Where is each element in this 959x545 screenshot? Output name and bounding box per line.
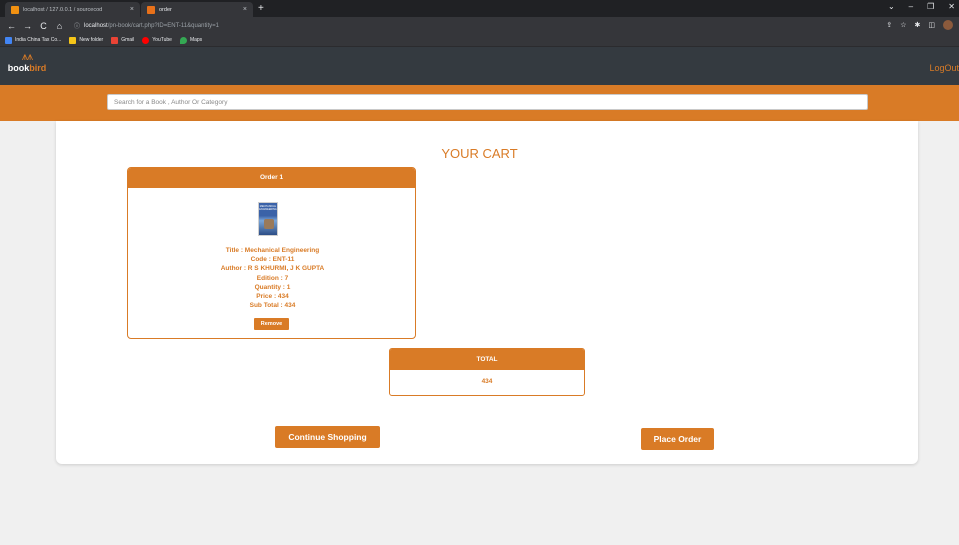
new-tab-button[interactable]: + — [258, 3, 264, 14]
site-info-icon[interactable]: ⓘ — [74, 21, 80, 30]
close-icon[interactable]: × — [243, 6, 247, 13]
site-logo[interactable]: ⩚⩚ bookbird — [7, 51, 47, 81]
total-box: TOTAL 434 — [389, 348, 585, 396]
order-header: Order 1 — [128, 168, 415, 188]
window-controls: ⌄ – ❐ ✕ — [888, 2, 955, 11]
bookmark-gmail[interactable]: Gmail — [111, 36, 134, 44]
tab-title: order — [159, 6, 172, 13]
site-header: ⩚⩚ bookbird LogOut — [0, 47, 959, 85]
remove-button[interactable]: Remove — [254, 318, 289, 330]
bookmarks-bar: India China Tax Co... New folder Gmail Y… — [0, 34, 959, 47]
total-header: TOTAL — [390, 349, 584, 370]
page-favicon-icon — [147, 5, 155, 14]
bookmark-youtube[interactable]: YouTube — [142, 36, 172, 44]
book-title: Title : Mechanical Engineering — [225, 247, 320, 254]
book-cover-image: MECHANICAL ENGINEERING — [258, 202, 278, 236]
book-price: Price : 434 — [256, 293, 289, 301]
profile-avatar[interactable] — [943, 20, 953, 30]
gmail-icon — [111, 36, 119, 44]
back-icon[interactable]: ← — [7, 21, 16, 31]
minimize-icon[interactable]: – — [909, 2, 913, 11]
bookmark-india-china-tax[interactable]: India China Tax Co... — [5, 36, 61, 44]
maps-icon — [179, 36, 187, 44]
page-title: YOUR CART — [441, 146, 518, 161]
search-input[interactable] — [107, 94, 868, 110]
book-edition: Edition : 7 — [256, 274, 289, 282]
order-details: Title : Mechanical Engineering Code : EN… — [128, 246, 415, 310]
logo-text: bookbird — [7, 63, 47, 73]
book-quantity: Quantity : 1 — [254, 283, 291, 291]
side-panel-icon[interactable]: ◫ — [928, 21, 935, 29]
address-host: localhost/pn-book/cart.php?ID=ENT-11&qua… — [84, 22, 219, 29]
home-icon[interactable]: ⌂ — [55, 21, 64, 31]
folder-icon — [69, 36, 77, 44]
forward-icon[interactable]: → — [23, 21, 32, 31]
share-icon[interactable]: ⇪ — [886, 21, 892, 29]
youtube-icon — [142, 36, 150, 44]
order-card: Order 1 MECHANICAL ENGINEERING Title : M… — [127, 167, 416, 339]
tab-order[interactable]: order × — [141, 2, 253, 17]
close-icon[interactable]: × — [130, 6, 134, 13]
book-author: Author : R S KHURMI, J K GUPTA — [220, 265, 325, 273]
bookmark-maps[interactable]: Maps — [179, 36, 202, 44]
book-subtotal: Sub Total : 434 — [249, 302, 296, 310]
logout-link[interactable]: LogOut — [929, 63, 959, 73]
toolbar-actions: ⇪ ☆ ✱ ◫ — [886, 20, 953, 30]
window-close-icon[interactable]: ✕ — [948, 2, 955, 11]
extensions-icon[interactable]: ✱ — [915, 21, 921, 29]
browser-tab-bar: localhost / 127.0.0.1 / sourcecod × orde… — [0, 0, 959, 17]
total-value: 434 — [481, 378, 493, 385]
bookmark-site-icon — [5, 36, 12, 44]
bookmark-star-icon[interactable]: ☆ — [900, 21, 906, 29]
place-order-button[interactable]: Place Order — [641, 428, 714, 450]
bird-logo-icon: ⩚⩚ — [21, 51, 33, 63]
tab-phpmyadmin[interactable]: localhost / 127.0.0.1 / sourcecod × — [5, 2, 140, 17]
search-bar — [0, 85, 959, 121]
book-code: Code : ENT-11 — [250, 256, 295, 264]
restore-icon[interactable]: ❐ — [927, 2, 934, 11]
tab-search-icon[interactable]: ⌄ — [888, 2, 895, 11]
tab-title: localhost / 127.0.0.1 / sourcecod — [23, 6, 103, 13]
address-bar[interactable]: ⓘ localhost/pn-book/cart.php?ID=ENT-11&q… — [74, 21, 219, 31]
reload-icon[interactable]: C — [39, 21, 48, 31]
phpmyadmin-icon — [11, 5, 19, 14]
browser-toolbar: ← → C ⌂ ⓘ localhost/pn-book/cart.php?ID=… — [0, 17, 959, 34]
bookmark-new-folder[interactable]: New folder — [69, 36, 103, 44]
continue-shopping-button[interactable]: Continue Shopping — [275, 426, 380, 448]
